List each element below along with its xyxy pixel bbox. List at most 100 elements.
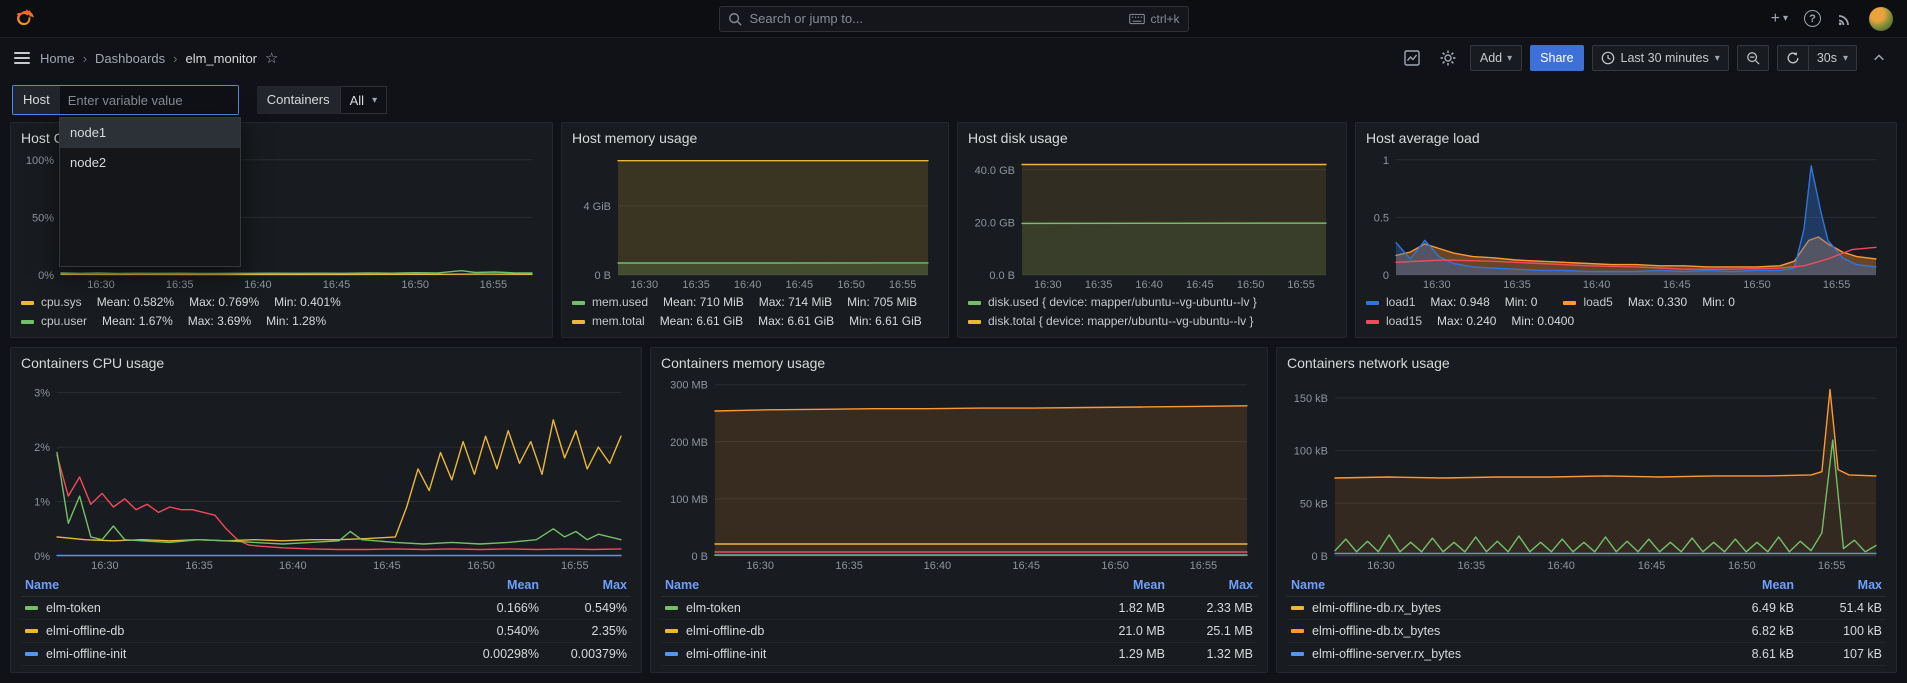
svg-text:16:55: 16:55 — [1190, 560, 1218, 572]
legend-series-name[interactable]: mem.used — [592, 293, 648, 312]
svg-text:40.0 GB: 40.0 GB — [975, 165, 1015, 177]
mega-menu-icon[interactable] — [14, 52, 30, 64]
host-load-chart[interactable]: 00.5116:3016:3516:4016:4516:5016:55 — [1366, 148, 1886, 291]
host-option-node2[interactable]: node2 — [60, 148, 240, 178]
table-header-name[interactable]: Name — [21, 574, 455, 597]
search-shortcut: ctrl+k — [1129, 12, 1179, 26]
breadcrumb-current-dashboard[interactable]: elm_monitor — [185, 51, 257, 66]
add-button[interactable]: Add ▾ — [1470, 45, 1522, 71]
zoom-out-button[interactable] — [1737, 45, 1769, 71]
toolbar-actions: Add ▾ Share Last 30 minutes ▾ — [1398, 45, 1893, 71]
settings-gear-icon[interactable] — [1434, 45, 1462, 71]
refresh-button[interactable] — [1778, 46, 1808, 70]
svg-text:0%: 0% — [38, 270, 54, 282]
svg-text:16:55: 16:55 — [480, 279, 508, 291]
favorite-star-icon[interactable]: ☆ — [265, 49, 278, 67]
legend-mean: Mean: 6.61 GiB — [660, 312, 743, 331]
host-variable-input[interactable] — [60, 86, 238, 114]
series-name[interactable]: elm-token — [665, 601, 1077, 615]
refresh-interval-label: 30s — [1817, 51, 1837, 65]
series-name[interactable]: elmi-offline-init — [665, 647, 1077, 661]
time-range-picker: Last 30 minutes ▾ — [1592, 45, 1729, 71]
top-navigation-bar: ctrl+k + ▾ ? — [0, 0, 1907, 38]
svg-text:0 B: 0 B — [594, 270, 611, 282]
containers-network-chart[interactable]: 0 B50 kB100 kB150 kB16:3016:3516:4016:45… — [1287, 373, 1886, 572]
table-header-name[interactable]: Name — [661, 574, 1081, 597]
legend-series-name[interactable]: cpu.user — [41, 312, 87, 331]
legend-series-name[interactable]: disk.used { device: mapper/ubuntu--vg-ub… — [988, 293, 1257, 312]
legend-series-name[interactable]: load15 — [1386, 312, 1422, 331]
containers-memory-chart[interactable]: 0 B100 MB200 MB300 MB16:3016:3516:4016:4… — [661, 373, 1257, 572]
legend-series-name[interactable]: disk.total { device: mapper/ubuntu--vg-u… — [988, 312, 1253, 331]
svg-text:100 kB: 100 kB — [1294, 446, 1328, 458]
svg-text:16:30: 16:30 — [746, 560, 774, 572]
time-range-button[interactable]: Last 30 minutes ▾ — [1593, 46, 1728, 70]
series-name[interactable]: elmi-offline-server.rx_bytes — [1291, 647, 1706, 661]
series-name[interactable]: elm-token — [25, 601, 451, 615]
grafana-logo-icon[interactable] — [14, 8, 36, 30]
breadcrumb-dashboards[interactable]: Dashboards — [95, 51, 165, 66]
panel-title[interactable]: Host disk usage — [968, 130, 1336, 146]
svg-text:16:50: 16:50 — [1728, 560, 1756, 572]
table-header-name[interactable]: Name — [1287, 574, 1710, 597]
plus-icon: + — [1771, 10, 1780, 28]
legend-series-name[interactable]: mem.total — [592, 312, 645, 331]
legend-series-name[interactable]: cpu.sys — [41, 293, 82, 312]
host-option-node1[interactable]: node1 — [60, 118, 240, 148]
containers-variable-select[interactable]: All ▾ — [340, 86, 387, 114]
series-name[interactable]: elmi-offline-db — [665, 624, 1077, 638]
collapse-toolbar-icon[interactable] — [1865, 45, 1893, 71]
svg-text:16:45: 16:45 — [1012, 560, 1040, 572]
panel-title[interactable]: Containers CPU usage — [21, 355, 631, 371]
legend-table: Name Mean Max elm-token 0.166% 0.549% el… — [21, 574, 631, 666]
table-header-mean[interactable]: Mean — [1081, 574, 1169, 597]
panel-title[interactable]: Containers network usage — [1287, 355, 1886, 371]
search-bar[interactable]: ctrl+k — [719, 6, 1189, 32]
add-button-label: Add — [1480, 51, 1502, 65]
refresh-interval-select[interactable]: 30s ▾ — [1808, 46, 1856, 70]
series-name[interactable]: elmi-offline-db — [25, 624, 451, 638]
panel-containers-cpu-usage: Containers CPU usage 0%1%2%3%16:3016:351… — [10, 347, 642, 673]
host-disk-chart[interactable]: 0.0 B20.0 GB40.0 GB16:3016:3516:4016:451… — [968, 148, 1336, 291]
legend-min: Min: 0 — [1505, 293, 1538, 312]
table-header-max[interactable]: Max — [1169, 574, 1257, 597]
max-value: 0.549% — [543, 597, 631, 620]
max-value: 51.4 kB — [1798, 597, 1886, 620]
host-memory-chart[interactable]: 0 B4 GiB16:3016:3516:4016:4516:5016:55 — [572, 148, 938, 291]
series-swatch — [1366, 320, 1379, 324]
series-name[interactable]: elmi-offline-init — [25, 647, 451, 661]
user-avatar[interactable] — [1869, 7, 1893, 31]
svg-text:16:55: 16:55 — [1287, 279, 1315, 291]
svg-text:100%: 100% — [26, 155, 54, 167]
panel-title[interactable]: Containers memory usage — [661, 355, 1257, 371]
table-header-mean[interactable]: Mean — [1710, 574, 1798, 597]
max-value: 25.1 MB — [1169, 620, 1257, 643]
table-header-mean[interactable]: Mean — [455, 574, 543, 597]
legend-min: Min: 0.401% — [274, 293, 341, 312]
share-button[interactable]: Share — [1530, 45, 1583, 71]
search-input[interactable] — [750, 11, 1122, 26]
legend-series-name[interactable]: load5 — [1583, 293, 1612, 312]
svg-text:16:30: 16:30 — [91, 560, 119, 572]
legend-max: Max: 6.61 GiB — [758, 312, 834, 331]
containers-cpu-chart[interactable]: 0%1%2%3%16:3016:3516:4016:4516:5016:55 — [21, 373, 631, 572]
series-name[interactable]: elmi-offline-db.tx_bytes — [1291, 624, 1706, 638]
library-panel-icon[interactable] — [1398, 45, 1426, 71]
table-header-max[interactable]: Max — [543, 574, 631, 597]
table-header-max[interactable]: Max — [1798, 574, 1886, 597]
series-name[interactable]: elmi-offline-db.rx_bytes — [1291, 601, 1706, 615]
panel-title[interactable]: Host memory usage — [572, 130, 938, 146]
svg-text:16:55: 16:55 — [1823, 279, 1851, 291]
table-row: elmi-offline-db 0.540% 2.35% — [21, 620, 631, 643]
help-icon[interactable]: ? — [1804, 10, 1821, 27]
news-icon[interactable] — [1837, 11, 1853, 27]
legend-series-name[interactable]: load1 — [1386, 293, 1415, 312]
panel-title[interactable]: Host average load — [1366, 130, 1886, 146]
new-menu-button[interactable]: + ▾ — [1771, 10, 1788, 28]
svg-text:16:35: 16:35 — [185, 560, 213, 572]
containers-variable-label: Containers — [257, 86, 340, 114]
keyboard-icon — [1129, 13, 1145, 25]
mean-value: 6.49 kB — [1710, 597, 1798, 620]
breadcrumb-home[interactable]: Home — [40, 51, 75, 66]
legend-min: Min: 0 — [1702, 293, 1735, 312]
